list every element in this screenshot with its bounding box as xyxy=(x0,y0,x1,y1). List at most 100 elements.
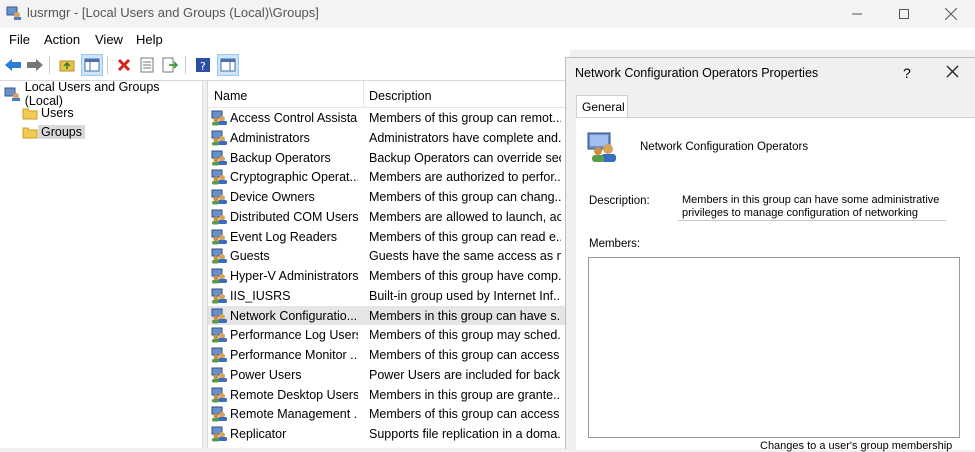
forward-arrow-icon xyxy=(27,59,43,71)
table-row[interactable]: Power Users Power Users are included for … xyxy=(208,365,566,385)
column-divider[interactable] xyxy=(363,81,364,107)
export-list-button[interactable] xyxy=(159,54,181,76)
maximize-button[interactable] xyxy=(880,0,928,28)
table-row[interactable]: Device Owners Members of this group can c… xyxy=(208,187,566,207)
group-description-cell: Administrators have complete and... xyxy=(369,130,561,145)
description-label: Description: xyxy=(589,195,650,207)
show-hide-action-pane-icon xyxy=(220,58,236,72)
table-row[interactable]: Distributed COM Users Members are allowed… xyxy=(208,207,566,227)
table-row[interactable]: Performance Log Users Members of this gro… xyxy=(208,325,566,345)
dialog-close-button[interactable] xyxy=(946,65,959,81)
forward-button[interactable] xyxy=(24,54,46,76)
group-icon xyxy=(211,426,228,445)
tab-general[interactable]: General xyxy=(576,95,628,118)
show-hide-action-pane-button[interactable] xyxy=(217,54,239,76)
menu-file[interactable]: File xyxy=(9,32,30,47)
users-groups-icon xyxy=(4,87,20,101)
group-name-cell: Remote Desktop Users xyxy=(230,387,358,402)
group-name-cell: Event Log Readers xyxy=(230,229,338,244)
group-description-cell: Members of this group can remot... xyxy=(369,111,561,125)
group-name-cell: Performance Monitor ... xyxy=(230,348,358,362)
properties-button[interactable] xyxy=(136,54,158,76)
menu-view[interactable]: View xyxy=(95,32,123,47)
group-icon xyxy=(211,110,228,129)
table-row[interactable]: Backup Operators Backup Operators can ove… xyxy=(208,148,566,168)
group-name-cell: Performance Log Users xyxy=(230,328,358,343)
delete-button[interactable] xyxy=(113,54,135,76)
group-icon xyxy=(586,130,620,167)
group-icon xyxy=(211,406,228,425)
window-title: lusrmgr - [Local Users and Groups (Local… xyxy=(27,5,319,20)
help-icon: ? xyxy=(196,58,210,73)
maximize-icon xyxy=(899,9,909,19)
group-name-cell: IIS_IUSRS xyxy=(230,288,291,303)
group-icon xyxy=(211,229,228,248)
group-name: Network Configuration Operators xyxy=(640,141,809,153)
group-icon xyxy=(211,189,228,208)
group-icon xyxy=(211,209,228,228)
group-name-cell: Device Owners xyxy=(230,190,315,204)
minimize-button[interactable] xyxy=(833,0,881,28)
menu-bar: File Action View Help xyxy=(0,28,975,50)
tree-item-users[interactable]: Users xyxy=(22,104,77,122)
general-tab-panel: Network Configuration Operators Descript… xyxy=(576,117,975,452)
group-name-cell: Administrators xyxy=(230,130,310,145)
table-row[interactable]: Remote Management ... Members of this gro… xyxy=(208,404,566,424)
table-row[interactable]: Event Log Readers Members of this group c… xyxy=(208,227,566,247)
group-icon xyxy=(211,308,228,327)
tree-item-groups[interactable]: Groups xyxy=(22,123,85,141)
group-description-cell: Members of this group can chang... xyxy=(369,190,561,204)
table-row[interactable]: Access Control Assista... Members of this… xyxy=(208,108,566,128)
group-icon xyxy=(211,150,228,169)
group-description-cell: Members of this group may sched... xyxy=(369,328,561,343)
group-description-cell: Backup Operators can override sec... xyxy=(369,150,561,165)
menu-help[interactable]: Help xyxy=(136,32,163,47)
group-name-cell: Access Control Assista... xyxy=(230,111,358,125)
close-window-button[interactable] xyxy=(927,0,975,28)
up-folder-icon xyxy=(59,60,75,72)
table-row[interactable]: Network Configuratio... Members in this g… xyxy=(208,305,566,327)
group-description-cell: Members of this group can access ... xyxy=(369,348,561,362)
group-name-cell: Cryptographic Operat... xyxy=(230,170,358,185)
group-icon xyxy=(211,268,228,287)
close-icon xyxy=(946,65,959,78)
group-icon xyxy=(211,367,228,386)
group-name-cell: Hyper-V Administrators xyxy=(230,269,358,283)
toolbar: ? xyxy=(0,50,570,81)
membership-note: Changes to a user's group membership xyxy=(760,440,953,452)
back-button[interactable] xyxy=(2,54,24,76)
column-header-description[interactable]: Description xyxy=(369,89,432,103)
show-hide-console-tree-button[interactable] xyxy=(81,54,103,76)
group-name-cell: Distributed COM Users xyxy=(230,209,358,224)
table-row[interactable]: Performance Monitor ... Members of this g… xyxy=(208,345,566,365)
table-row[interactable]: Administrators Administrators have comple… xyxy=(208,128,566,148)
title-bar: lusrmgr - [Local Users and Groups (Local… xyxy=(0,0,975,28)
group-icon xyxy=(211,288,228,307)
group-name-cell: Remote Management ... xyxy=(230,407,358,422)
table-row[interactable]: IIS_IUSRS Built-in group used by Internet… xyxy=(208,286,566,306)
column-header-name[interactable]: Name xyxy=(214,89,247,103)
table-row[interactable]: Replicator Supports file replication in a… xyxy=(208,424,566,444)
dialog-help-button[interactable]: ? xyxy=(903,65,911,81)
up-one-level-button[interactable] xyxy=(56,54,78,76)
dialog-title: Network Configuration Operators Properti… xyxy=(575,66,819,80)
members-label: Members: xyxy=(589,238,641,250)
group-description-cell: Members are authorized to perfor... xyxy=(369,170,561,185)
description-field[interactable]: Members in this group can have some admi… xyxy=(678,191,946,221)
toolbar-separator xyxy=(185,56,186,74)
menu-action[interactable]: Action xyxy=(44,32,80,47)
help-button[interactable]: ? xyxy=(192,54,214,76)
table-row[interactable]: Guests Guests have the same access as m..… xyxy=(208,246,566,266)
tree-item-label: Groups xyxy=(38,125,85,139)
table-row[interactable]: Hyper-V Administrators Members of this gr… xyxy=(208,266,566,286)
folder-icon xyxy=(22,108,38,120)
table-row[interactable]: Cryptographic Operat... Members are autho… xyxy=(208,167,566,187)
group-name-cell: Guests xyxy=(230,249,270,264)
group-description-cell: Power Users are included for back... xyxy=(369,367,561,382)
show-hide-tree-icon xyxy=(84,58,100,72)
group-name-cell: Power Users xyxy=(230,367,302,382)
members-list[interactable] xyxy=(588,257,960,438)
table-row[interactable]: Remote Desktop Users Members in this grou… xyxy=(208,385,566,405)
group-description-cell: Guests have the same access as m... xyxy=(369,249,561,264)
tree-root-local-users-and-groups[interactable]: Local Users and Groups (Local) xyxy=(4,80,202,108)
